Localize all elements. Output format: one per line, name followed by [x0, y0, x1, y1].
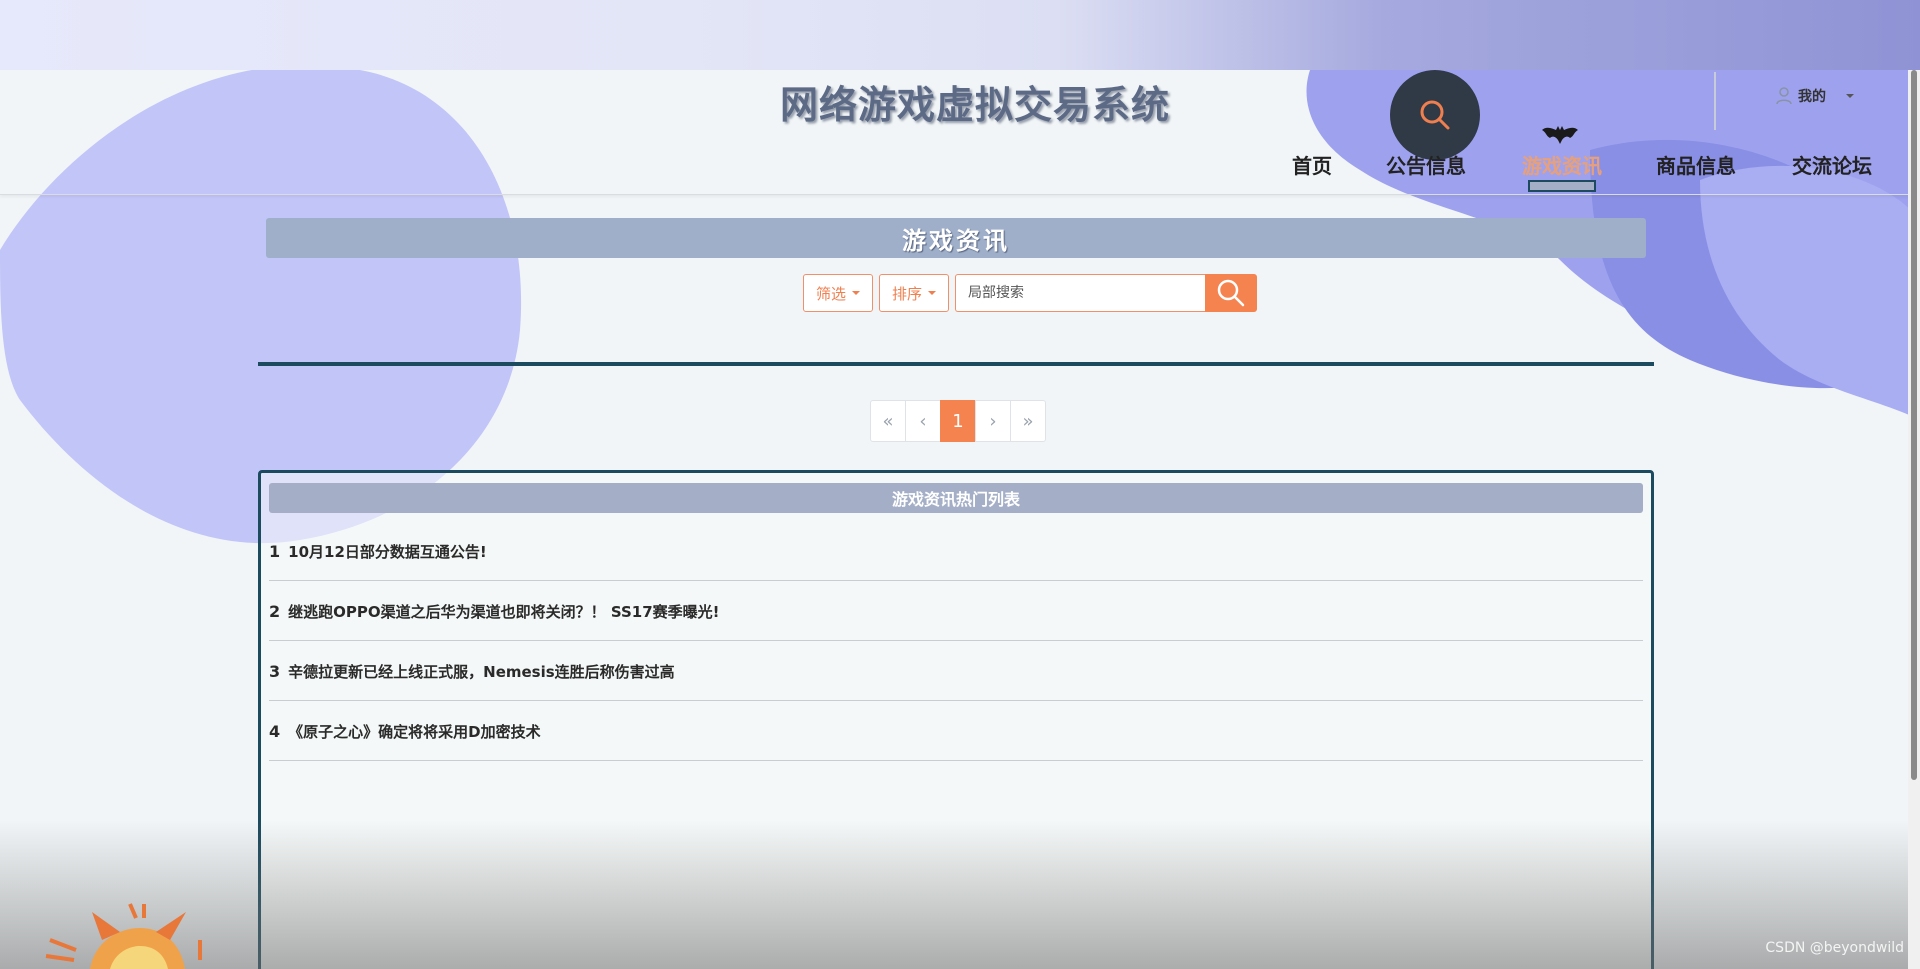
search-toolbar: 筛选 排序 [803, 274, 1258, 312]
nav-item-game-news[interactable]: 游戏资讯 [1522, 150, 1602, 179]
list-item-title[interactable]: 辛德拉更新已经上线正式服，Nemesis连胜后称伤害过高 [288, 661, 675, 682]
hot-list-title: 游戏资讯热门列表 [269, 483, 1643, 513]
page-prev-button[interactable]: ‹ [905, 400, 941, 442]
search-icon [1217, 279, 1245, 307]
list-item-rank: 1 [269, 541, 281, 561]
nav-active-indicator [1528, 180, 1596, 192]
sort-label: 排序 [892, 284, 923, 303]
main-nav: 首页 公告信息 游戏资讯 商品信息 交流论坛 [1290, 150, 1910, 190]
user-menu[interactable]: 我的 [1776, 86, 1854, 106]
list-item-rank: 2 [269, 601, 281, 621]
nav-item-home[interactable]: 首页 [1292, 150, 1332, 179]
mascot-icon [45, 903, 202, 969]
nav-item-announcements[interactable]: 公告信息 [1386, 150, 1466, 179]
list-item[interactable]: 3 辛德拉更新已经上线正式服，Nemesis连胜后称伤害过高 [269, 641, 1643, 701]
list-item[interactable]: 4 《原子之心》确定将将采用D加密技术 [269, 701, 1643, 761]
nav-item-forum[interactable]: 交流论坛 [1792, 150, 1872, 179]
list-item-rank: 4 [269, 721, 281, 741]
sort-dropdown[interactable]: 排序 [879, 274, 950, 312]
list-item-title[interactable]: 继逃跑OPPO渠道之后华为渠道也即将关闭？！ SS17赛季曝光! [288, 601, 719, 622]
list-item[interactable]: 2 继逃跑OPPO渠道之后华为渠道也即将关闭？！ SS17赛季曝光! [269, 581, 1643, 641]
hot-list-panel: 游戏资讯热门列表 1 10月12日部分数据互通公告! 2 继逃跑OPPO渠道之后… [258, 470, 1654, 969]
list-item-title[interactable]: 10月12日部分数据互通公告! [288, 541, 487, 562]
user-icon [1776, 87, 1792, 105]
caret-down-icon [852, 291, 861, 295]
list-item[interactable]: 1 10月12日部分数据互通公告! [269, 521, 1643, 581]
list-item-rank: 3 [269, 661, 281, 681]
local-search-input[interactable] [955, 274, 1206, 312]
caret-down-icon [928, 291, 937, 295]
pagination: « ‹ 1 › » [870, 400, 1046, 442]
hot-list: 1 10月12日部分数据互通公告! 2 继逃跑OPPO渠道之后华为渠道也即将关闭… [269, 521, 1643, 761]
site-title: 网络游戏虚拟交易系统 [780, 83, 1171, 127]
page-title: 游戏资讯 [266, 218, 1646, 258]
site-header: 网络游戏虚拟交易系统 我的 首页 公告信息 游戏资讯 商品信息 交流论坛 [0, 70, 1920, 195]
chevron-down-icon [1846, 94, 1854, 98]
user-menu-label: 我的 [1798, 89, 1826, 105]
filter-label: 筛选 [816, 284, 847, 303]
header-divider [1714, 72, 1716, 130]
page-first-button[interactable]: « [870, 400, 906, 442]
search-icon [1420, 100, 1450, 130]
bat-icon [1542, 126, 1578, 144]
page-last-button[interactable]: » [1010, 400, 1046, 442]
page-next-button[interactable]: › [975, 400, 1011, 442]
watermark: CSDN @beyondwild [1765, 940, 1904, 956]
nav-item-products[interactable]: 商品信息 [1656, 150, 1736, 179]
scrollbar-thumb[interactable] [1911, 70, 1917, 780]
local-search-button[interactable] [1205, 274, 1258, 312]
page-current-button[interactable]: 1 [940, 400, 976, 442]
header-search-button[interactable] [1390, 70, 1480, 160]
section-divider [258, 362, 1654, 366]
page-scrollbar[interactable] [1908, 70, 1920, 969]
list-item-title[interactable]: 《原子之心》确定将将采用D加密技术 [288, 721, 540, 742]
filter-dropdown[interactable]: 筛选 [803, 274, 874, 312]
